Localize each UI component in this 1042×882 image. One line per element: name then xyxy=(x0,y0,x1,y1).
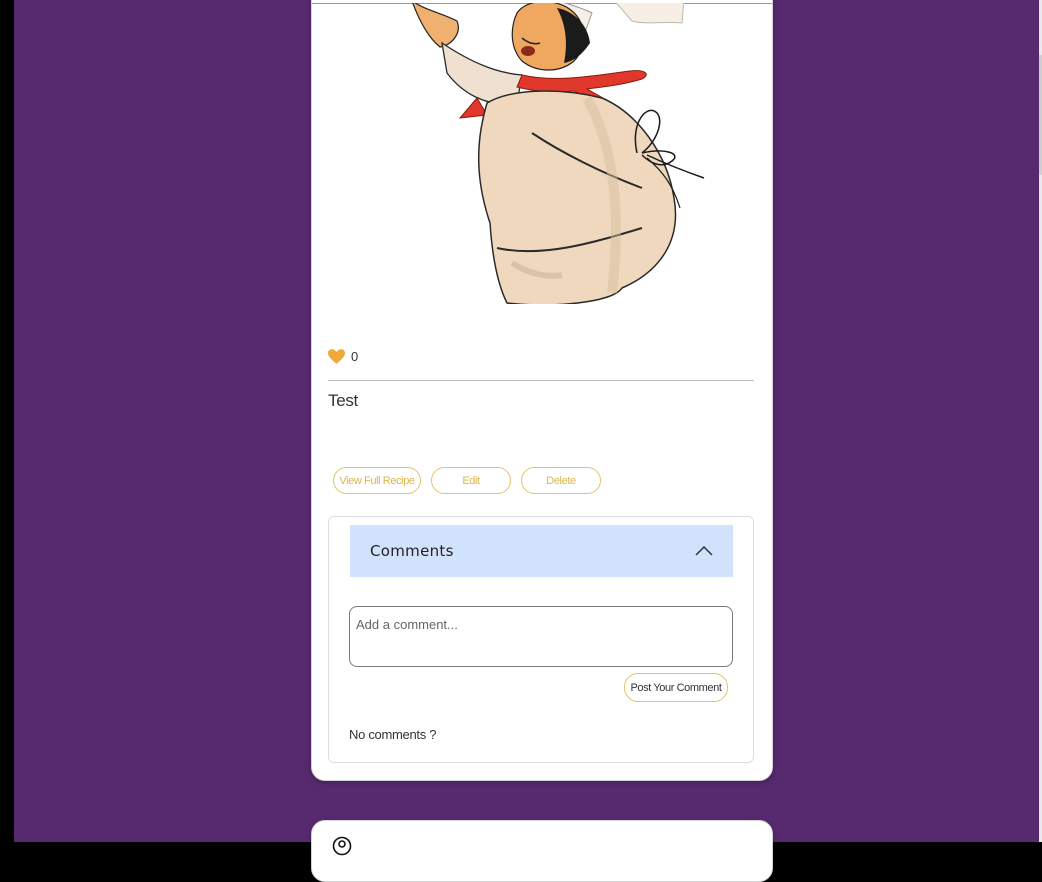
comments-section: Comments Post Your Comment No comments ? xyxy=(328,516,754,763)
view-full-recipe-button[interactable]: View Full Recipe xyxy=(333,467,421,494)
recipe-image xyxy=(412,3,705,304)
post-comment-button[interactable]: Post Your Comment xyxy=(624,673,728,702)
chevron-up-icon[interactable] xyxy=(695,546,713,556)
comment-input[interactable] xyxy=(349,606,733,667)
comments-header-label: Comments xyxy=(370,542,454,560)
delete-button[interactable]: Delete xyxy=(521,467,601,494)
likes-counter[interactable]: 0 xyxy=(328,349,358,364)
next-post-card xyxy=(311,820,773,882)
recipe-post-card: 0 Test View Full Recipe Edit Delete Comm… xyxy=(311,0,773,781)
likes-count: 0 xyxy=(351,349,359,364)
comments-toggle[interactable]: Comments xyxy=(350,525,733,577)
title-divider xyxy=(328,380,754,381)
page-background: 0 Test View Full Recipe Edit Delete Comm… xyxy=(14,0,1042,882)
heart-icon[interactable] xyxy=(328,349,345,364)
no-comments-text: No comments ? xyxy=(349,727,437,742)
edit-button[interactable]: Edit xyxy=(431,467,511,494)
post-title: Test xyxy=(328,391,358,410)
user-circle-icon xyxy=(332,836,352,856)
